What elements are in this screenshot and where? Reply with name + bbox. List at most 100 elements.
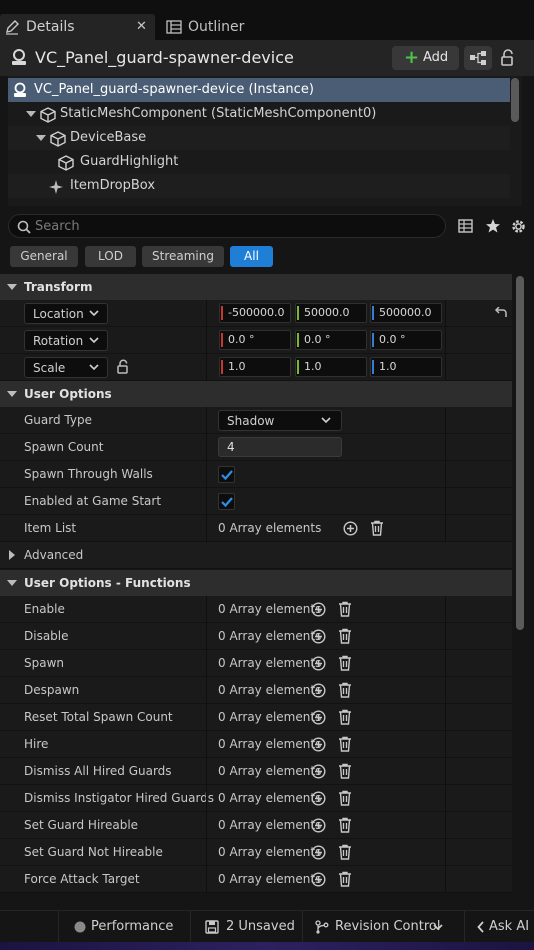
- star-icon[interactable]: [485, 218, 501, 234]
- tree-item-staticmesh[interactable]: StaticMeshComponent (StaticMeshComponent…: [8, 102, 510, 126]
- trash-icon[interactable]: [338, 682, 352, 698]
- function-row: Force Attack Target 0 Array elements: [0, 866, 512, 893]
- function-row: Dismiss Instigator Hired Guards 0 Array e…: [0, 785, 512, 812]
- expand-arrow-icon[interactable]: [36, 135, 46, 141]
- guard-type-dropdown[interactable]: Shadow: [218, 410, 342, 431]
- scale-x-field[interactable]: 1.0: [219, 357, 291, 377]
- property-location: Location -500000.0 50000.0 500000.0: [0, 300, 512, 327]
- search-box[interactable]: [8, 214, 446, 238]
- trash-icon[interactable]: [338, 628, 352, 644]
- filter-tab-lod[interactable]: LOD: [85, 246, 136, 267]
- property-spawn-count: Spawn Count 4: [0, 434, 512, 461]
- unlock-icon[interactable]: [500, 49, 516, 67]
- rotation-mode-dropdown[interactable]: Rotation: [24, 330, 108, 351]
- tree-item-instance[interactable]: VC_Panel_guard-spawner-device (Instance): [8, 78, 510, 102]
- checkmark-icon: [221, 497, 233, 507]
- close-icon[interactable]: ✕: [136, 19, 147, 34]
- dropdown-label: Location: [33, 307, 84, 321]
- property-label: Reset Total Spawn Count: [24, 710, 173, 724]
- performance-label: Performance: [91, 919, 174, 934]
- unsaved-button[interactable]: 2 Unsaved: [190, 911, 298, 943]
- trash-icon[interactable]: [338, 763, 352, 779]
- spawn-through-walls-checkbox[interactable]: [218, 466, 235, 483]
- ask-ai-button[interactable]: Ask AI: [464, 911, 534, 943]
- add-element-icon[interactable]: [311, 710, 326, 725]
- rotation-x-field[interactable]: 0.0 °: [219, 330, 291, 350]
- add-element-icon[interactable]: [311, 683, 326, 698]
- unlock-icon[interactable]: [116, 359, 130, 375]
- chevron-down-icon: [433, 924, 443, 931]
- column-divider: [445, 731, 446, 758]
- tree-item-itemdropbox[interactable]: ItemDropBox: [8, 174, 510, 198]
- enabled-at-game-start-checkbox[interactable]: [218, 493, 235, 510]
- array-count: 0 Array elements: [218, 521, 322, 535]
- trash-icon[interactable]: [338, 655, 352, 671]
- column-divider: [445, 461, 446, 488]
- property-scale: Scale 1.0 1.0 1.0: [0, 354, 512, 381]
- trash-icon[interactable]: [338, 709, 352, 725]
- add-component-button[interactable]: + Add: [392, 46, 459, 70]
- property-label: Dismiss All Hired Guards: [24, 764, 172, 778]
- performance-button[interactable]: Performance: [58, 911, 180, 943]
- search-input[interactable]: [35, 217, 435, 235]
- checkmark-icon: [221, 470, 233, 480]
- blueprint-button[interactable]: [464, 46, 492, 70]
- add-element-icon[interactable]: [311, 845, 326, 860]
- add-element-icon[interactable]: [311, 656, 326, 671]
- filter-tab-all[interactable]: All: [230, 246, 273, 267]
- column-divider: [206, 461, 207, 488]
- add-element-icon[interactable]: [343, 521, 358, 536]
- scale-mode-dropdown[interactable]: Scale: [24, 357, 108, 378]
- table-view-icon[interactable]: [458, 219, 473, 233]
- property-label: Force Attack Target: [24, 872, 140, 886]
- scale-y-field[interactable]: 1.0: [295, 357, 367, 377]
- axis-x-marker: [221, 306, 223, 320]
- trash-icon[interactable]: [338, 844, 352, 860]
- filter-tab-streaming[interactable]: Streaming: [142, 246, 224, 267]
- property-label: Despawn: [24, 683, 80, 697]
- status-bar: Performance 2 Unsaved Revision Control A…: [0, 910, 534, 943]
- gear-icon[interactable]: [510, 218, 527, 235]
- tree-item-guardhighlight[interactable]: GuardHighlight: [8, 150, 510, 174]
- location-x-field[interactable]: -500000.0: [219, 303, 291, 323]
- section-user-options[interactable]: User Options: [0, 381, 512, 407]
- array-count: 0 Array elements: [218, 602, 322, 616]
- location-y-field[interactable]: 50000.0: [295, 303, 367, 323]
- trash-icon[interactable]: [338, 790, 352, 806]
- tab-details[interactable]: Details ✕: [0, 14, 155, 40]
- location-mode-dropdown[interactable]: Location: [24, 303, 108, 324]
- add-element-icon[interactable]: [311, 818, 326, 833]
- section-transform[interactable]: Transform: [0, 274, 512, 300]
- section-user-options-functions[interactable]: User Options - Functions: [0, 570, 512, 596]
- tree-item-devicebase[interactable]: DeviceBase: [8, 126, 510, 150]
- trash-icon[interactable]: [338, 736, 352, 752]
- rotation-z-field[interactable]: 0.0 °: [370, 330, 442, 350]
- properties-scrollbar[interactable]: [516, 276, 524, 630]
- trash-icon[interactable]: [338, 817, 352, 833]
- column-divider: [206, 434, 207, 461]
- advanced-group[interactable]: Advanced: [0, 542, 512, 569]
- tree-item-label: StaticMeshComponent (StaticMeshComponent…: [60, 106, 377, 121]
- add-element-icon[interactable]: [311, 764, 326, 779]
- trash-icon[interactable]: [338, 871, 352, 887]
- filter-tab-general[interactable]: General: [10, 246, 78, 267]
- add-element-icon[interactable]: [311, 791, 326, 806]
- add-element-icon[interactable]: [311, 872, 326, 887]
- dropdown-value: Shadow: [227, 414, 275, 428]
- spawn-count-input[interactable]: 4: [218, 437, 342, 457]
- function-row: Enable 0 Array elements: [0, 596, 512, 623]
- property-label: Spawn Count: [24, 440, 104, 454]
- trash-icon[interactable]: [338, 601, 352, 617]
- tree-scrollbar[interactable]: [511, 78, 519, 122]
- add-element-icon[interactable]: [311, 629, 326, 644]
- location-z-field[interactable]: 500000.0: [370, 303, 442, 323]
- add-element-icon[interactable]: [311, 737, 326, 752]
- trash-icon[interactable]: [370, 520, 384, 536]
- rotation-y-field[interactable]: 0.0 °: [295, 330, 367, 350]
- add-element-icon[interactable]: [311, 602, 326, 617]
- scale-z-field[interactable]: 1.0: [370, 357, 442, 377]
- expand-arrow-icon[interactable]: [26, 111, 36, 117]
- revision-control-button[interactable]: Revision Control: [302, 911, 454, 943]
- reset-to-default-icon[interactable]: [494, 307, 508, 319]
- tree-item-label: DeviceBase: [70, 130, 147, 145]
